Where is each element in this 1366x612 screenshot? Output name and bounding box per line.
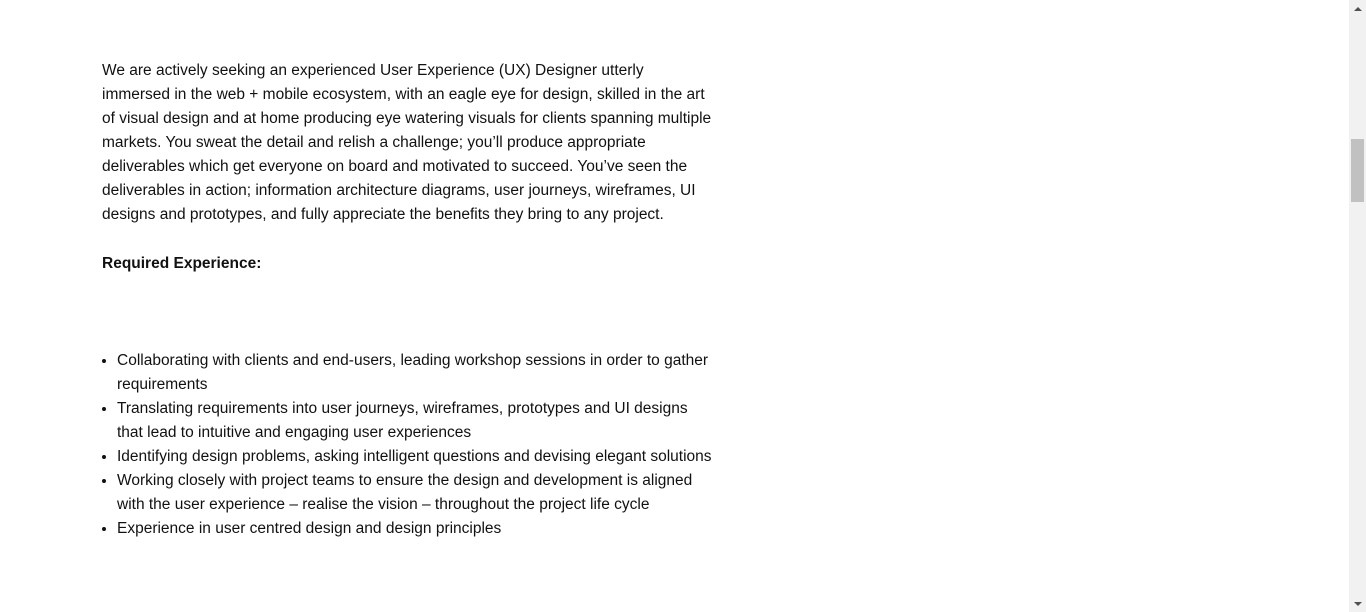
list-item: Translating requirements into user journ…	[117, 397, 712, 445]
scrollbar-thumb[interactable]	[1351, 139, 1364, 202]
intro-paragraph: We are actively seeking an experienced U…	[102, 62, 712, 223]
job-description: We are actively seeking an experienced U…	[102, 59, 712, 541]
list-item: Identifying design problems, asking inte…	[117, 445, 712, 469]
requirements-list: Collaborating with clients and end-users…	[102, 349, 712, 541]
required-experience-heading: Required Experience:	[102, 255, 262, 272]
vertical-scrollbar[interactable]	[1349, 0, 1366, 612]
list-item: Working closely with project teams to en…	[117, 469, 712, 517]
page-content: We are actively seeking an experienced U…	[0, 0, 1349, 612]
list-item: Experience in user centred design and de…	[117, 517, 712, 541]
list-item: Collaborating with clients and end-users…	[117, 349, 712, 397]
scroll-up-arrow-icon[interactable]	[1349, 0, 1366, 17]
scroll-down-arrow-icon[interactable]	[1349, 595, 1366, 612]
